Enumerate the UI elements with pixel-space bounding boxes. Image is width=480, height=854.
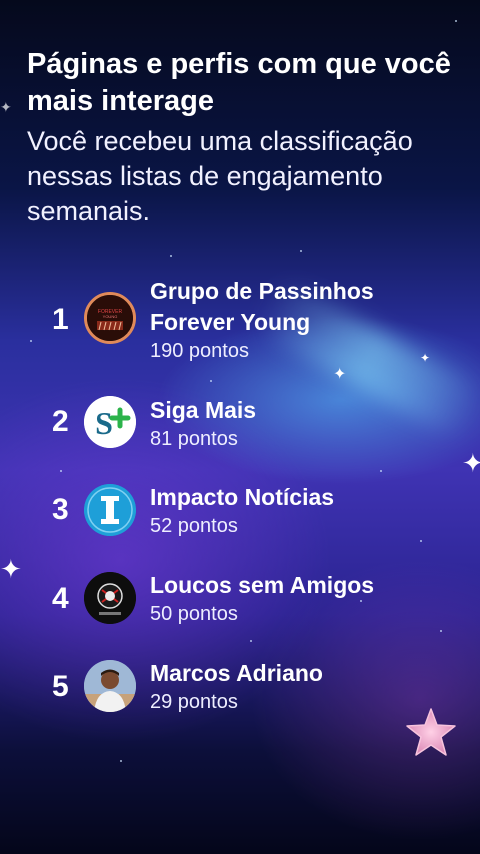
- forever-young-logo-icon: FOREVER YOUNG: [84, 292, 136, 344]
- item-name: Siga Mais: [150, 397, 257, 423]
- rank-number: 2: [52, 405, 69, 438]
- ranking-list: 1 FOREVER YOUNG Grupo de Passinhos Forev…: [0, 0, 480, 854]
- rank-number: 1: [52, 303, 69, 336]
- item-name: Impacto Notícias: [150, 484, 335, 510]
- item-name: Loucos sem Amigos: [150, 572, 375, 598]
- rank-number: 5: [52, 670, 69, 703]
- item-points: 50 pontos: [150, 603, 238, 625]
- item-points: 52 pontos: [150, 515, 238, 537]
- item-points: 81 pontos: [150, 428, 238, 450]
- impacto-logo-icon: [84, 484, 136, 536]
- rank-number: 4: [52, 582, 69, 615]
- corinthians-crest-icon: [84, 572, 136, 624]
- item-name: Grupo de Passinhos Forever Young: [150, 278, 374, 335]
- item-points: 190 pontos: [150, 340, 249, 362]
- item-points: 29 pontos: [150, 691, 238, 713]
- siga-mais-logo-icon: S: [84, 396, 136, 448]
- svg-text:S: S: [95, 405, 113, 441]
- item-name: Marcos Adriano: [150, 660, 323, 686]
- rank-number: 3: [52, 493, 69, 526]
- profile-photo-icon: [84, 660, 136, 712]
- svg-text:YOUNG: YOUNG: [103, 314, 118, 319]
